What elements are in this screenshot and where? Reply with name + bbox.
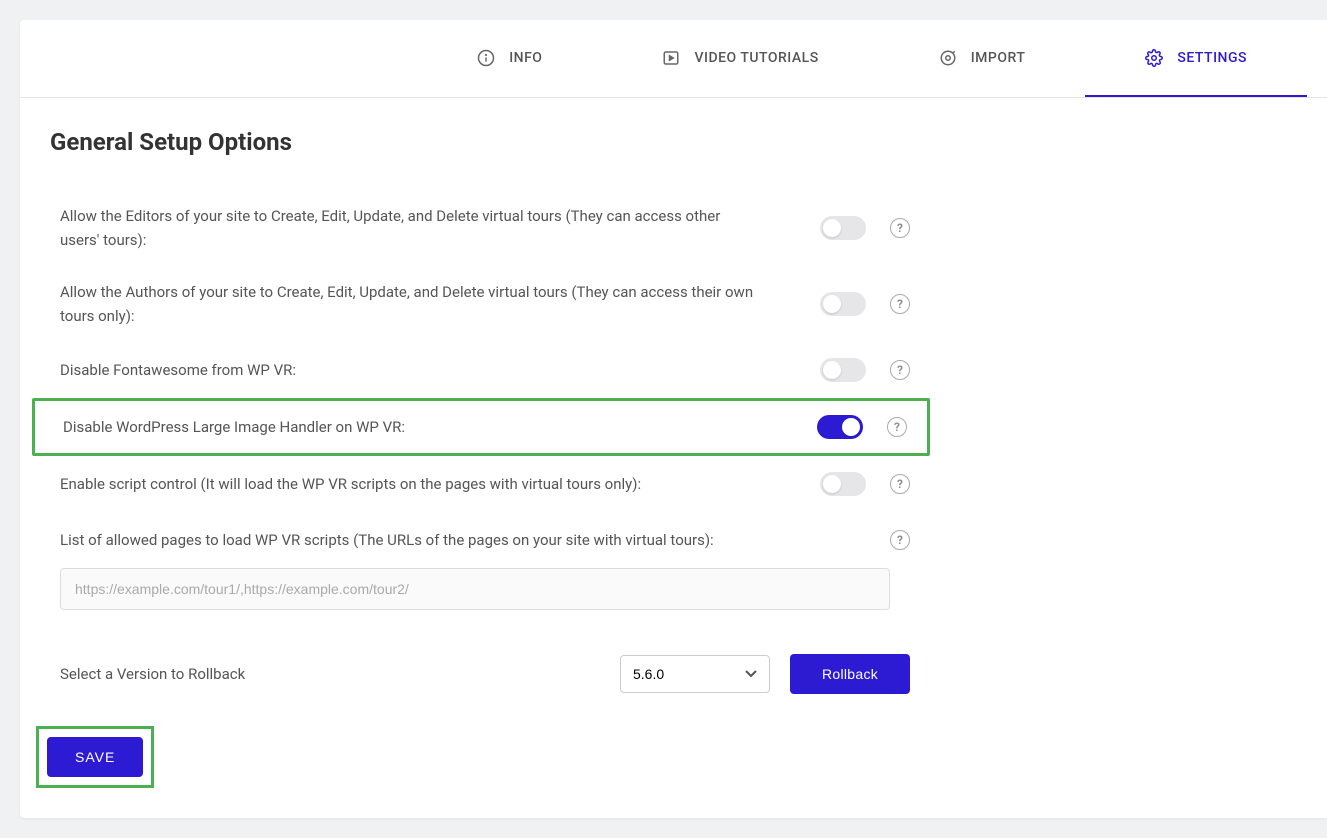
option-row-script-control: Enable script control (It will load the … [50, 456, 920, 512]
row-controls: ? [817, 415, 907, 439]
tab-video-tutorials[interactable]: VIDEO TUTORIALS [602, 20, 878, 97]
toggle-script-control[interactable] [820, 472, 866, 496]
tab-info[interactable]: INFO [417, 20, 602, 97]
allowed-pages-input-row [50, 568, 920, 620]
target-icon [939, 49, 957, 67]
rollback-label: Select a Version to Rollback [60, 665, 600, 683]
option-row-editors: Allow the Editors of your site to Create… [50, 190, 920, 266]
play-icon [662, 49, 680, 67]
settings-card: INFO VIDEO TUTORIALS IMPORT SETTINGS Gen… [20, 20, 1327, 818]
help-icon[interactable]: ? [890, 474, 910, 494]
tab-settings[interactable]: SETTINGS [1085, 20, 1307, 97]
option-row-fontawesome: Disable Fontawesome from WP VR: ? [50, 342, 920, 398]
rollback-row: Select a Version to Rollback 5.6.0 Rollb… [50, 636, 920, 704]
tab-label: IMPORT [971, 50, 1026, 66]
option-label: Disable Fontawesome from WP VR: [60, 358, 760, 382]
help-icon[interactable]: ? [890, 360, 910, 380]
tab-import[interactable]: IMPORT [879, 20, 1086, 97]
tab-bar: INFO VIDEO TUTORIALS IMPORT SETTINGS [20, 20, 1327, 98]
rollback-version-select[interactable]: 5.6.0 [620, 655, 770, 693]
tab-label: VIDEO TUTORIALS [694, 50, 818, 66]
toggle-editors[interactable] [820, 216, 866, 240]
toggle-large-image[interactable] [817, 415, 863, 439]
save-highlight: SAVE [36, 726, 154, 788]
save-button[interactable]: SAVE [47, 737, 143, 777]
info-icon [477, 49, 495, 67]
row-controls: ? [820, 216, 910, 240]
gear-icon [1145, 49, 1163, 67]
help-icon[interactable]: ? [890, 294, 910, 314]
toggle-fontawesome[interactable] [820, 358, 866, 382]
row-controls: ? [820, 472, 910, 496]
option-row-allowed-pages: List of allowed pages to load WP VR scri… [50, 512, 920, 568]
allowed-pages-input[interactable] [60, 568, 890, 610]
option-row-authors: Allow the Authors of your site to Create… [50, 266, 920, 342]
option-label: Enable script control (It will load the … [60, 472, 760, 496]
tab-label: INFO [509, 50, 542, 66]
option-label: Allow the Authors of your site to Create… [60, 280, 760, 328]
row-controls: ? [820, 292, 910, 316]
option-label: Allow the Editors of your site to Create… [60, 204, 760, 252]
option-label: List of allowed pages to load WP VR scri… [60, 528, 760, 552]
row-controls: ? [820, 358, 910, 382]
page-title: General Setup Options [50, 128, 920, 156]
option-label: Disable WordPress Large Image Handler on… [63, 415, 763, 439]
option-row-large-image: Disable WordPress Large Image Handler on… [32, 398, 930, 456]
help-icon[interactable]: ? [890, 530, 910, 550]
rollback-button[interactable]: Rollback [790, 654, 910, 694]
help-icon[interactable]: ? [887, 417, 907, 437]
row-controls: ? [890, 530, 910, 550]
settings-content: General Setup Options Allow the Editors … [20, 98, 950, 818]
help-icon[interactable]: ? [890, 218, 910, 238]
tab-label: SETTINGS [1177, 50, 1247, 66]
toggle-authors[interactable] [820, 292, 866, 316]
